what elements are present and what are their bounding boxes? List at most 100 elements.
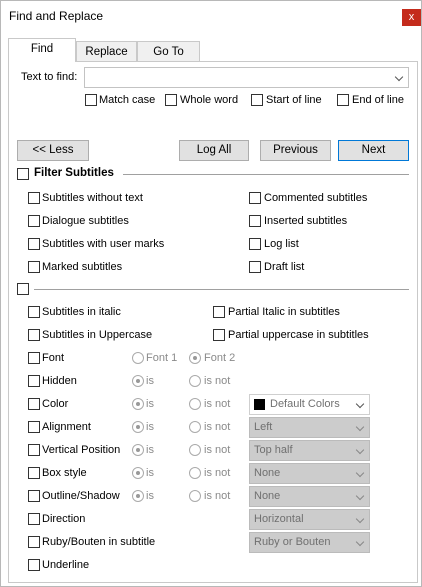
outline-shadow-select[interactable]: None (249, 486, 370, 507)
chevron-down-icon[interactable] (355, 537, 365, 547)
tab-find[interactable]: Find (8, 38, 76, 62)
hidden-is-radio[interactable] (132, 375, 144, 387)
subtitles-with-user-marks-label: Subtitles with user marks (42, 238, 165, 250)
chevron-down-icon[interactable] (355, 491, 365, 501)
inserted-subtitles-checkbox[interactable] (249, 215, 261, 227)
color-is-not-radio[interactable] (189, 398, 201, 410)
start-of-line-checkbox[interactable] (251, 94, 263, 106)
hidden-is-not-label: is not (204, 375, 231, 387)
font-2-label: Font 2 (204, 352, 236, 364)
subtitles-in-uppercase-checkbox[interactable] (28, 329, 40, 341)
color-label: Color (42, 398, 69, 410)
color-is-label: is (146, 398, 154, 410)
ruby-bouten-checkbox[interactable] (28, 536, 40, 548)
chevron-down-icon[interactable] (355, 422, 365, 432)
previous-button[interactable]: Previous (260, 140, 331, 161)
alignment-is-radio[interactable] (132, 421, 144, 433)
outline-shadow-is-not-radio[interactable] (189, 490, 201, 502)
subtitles-in-uppercase-label: Subtitles in Uppercase (42, 329, 153, 341)
chevron-down-icon[interactable] (355, 514, 365, 524)
hidden-is-not-radio[interactable] (189, 375, 201, 387)
alignment-select[interactable]: Left (249, 417, 370, 438)
box-style-select[interactable]: None (249, 463, 370, 484)
alignment-checkbox[interactable] (28, 421, 40, 433)
find-replace-dialog: Find and Replace x Find Replace Go To Te… (0, 0, 422, 587)
vertical-position-checkbox[interactable] (28, 444, 40, 456)
color-is-radio[interactable] (132, 398, 144, 410)
marked-subtitles-label: Marked subtitles (42, 261, 123, 273)
vertical-position-is-not-radio[interactable] (189, 444, 201, 456)
subtitles-in-italic-checkbox[interactable] (28, 306, 40, 318)
box-style-is-label: is (146, 467, 154, 479)
whole-word-label: Whole word (180, 94, 239, 106)
dialogue-subtitles-label: Dialogue subtitles (42, 215, 129, 227)
outline-shadow-is-not-label: is not (204, 490, 231, 502)
subtitles-without-text-label: Subtitles without text (42, 192, 143, 204)
format-filter-checkbox[interactable] (17, 283, 29, 295)
underline-label: Underline (42, 559, 90, 571)
partial-uppercase-label: Partial uppercase in subtitles (228, 329, 369, 341)
ruby-bouten-select[interactable]: Ruby or Bouten (249, 532, 370, 553)
font-checkbox[interactable] (28, 352, 40, 364)
filter-separator (123, 174, 409, 175)
match-case-label: Match case (99, 94, 156, 106)
direction-checkbox[interactable] (28, 513, 40, 525)
partial-italic-checkbox[interactable] (213, 306, 225, 318)
chevron-down-icon[interactable] (355, 399, 365, 409)
alignment-is-not-radio[interactable] (189, 421, 201, 433)
partial-italic-label: Partial Italic in subtitles (228, 306, 340, 318)
chevron-down-icon[interactable] (355, 445, 365, 455)
chevron-down-icon[interactable] (355, 468, 365, 478)
window-title: Find and Replace (9, 9, 104, 23)
font-1-label: Font 1 (146, 352, 178, 364)
tab-replace[interactable]: Replace (76, 41, 137, 62)
font-label: Font (42, 352, 65, 364)
close-button[interactable]: x (402, 9, 421, 26)
underline-checkbox[interactable] (28, 559, 40, 571)
font-1-radio[interactable] (132, 352, 144, 364)
outline-shadow-is-radio[interactable] (132, 490, 144, 502)
draft-list-checkbox[interactable] (249, 261, 261, 273)
less-button[interactable]: << Less (17, 140, 89, 161)
alignment-is-not-label: is not (204, 421, 231, 433)
log-all-button[interactable]: Log All (179, 140, 249, 161)
next-button[interactable]: Next (338, 140, 409, 161)
whole-word-checkbox[interactable] (165, 94, 177, 106)
end-of-line-checkbox[interactable] (337, 94, 349, 106)
outline-shadow-label: Outline/Shadow (42, 490, 120, 502)
subtitles-with-user-marks-checkbox[interactable] (28, 238, 40, 250)
color-is-not-label: is not (204, 398, 231, 410)
hidden-label: Hidden (42, 375, 77, 387)
tab-go-to[interactable]: Go To (137, 41, 200, 62)
chevron-down-icon[interactable] (394, 72, 404, 82)
partial-uppercase-checkbox[interactable] (213, 329, 225, 341)
match-case-checkbox[interactable] (85, 94, 97, 106)
filter-subtitles-checkbox[interactable] (17, 168, 29, 180)
alignment-label: Alignment (42, 421, 91, 433)
box-style-label: Box style (42, 467, 87, 479)
color-select[interactable]: Default Colors (249, 394, 370, 415)
vertical-position-select[interactable]: Top half (249, 440, 370, 461)
inserted-subtitles-label: Inserted subtitles (264, 215, 348, 227)
outline-shadow-checkbox[interactable] (28, 490, 40, 502)
vertical-position-label: Vertical Position (42, 444, 121, 456)
box-style-is-radio[interactable] (132, 467, 144, 479)
marked-subtitles-checkbox[interactable] (28, 261, 40, 273)
log-list-checkbox[interactable] (249, 238, 261, 250)
box-style-checkbox[interactable] (28, 467, 40, 479)
subtitles-without-text-checkbox[interactable] (28, 192, 40, 204)
direction-label: Direction (42, 513, 86, 525)
hidden-is-label: is (146, 375, 154, 387)
dialogue-subtitles-checkbox[interactable] (28, 215, 40, 227)
box-style-is-not-radio[interactable] (189, 467, 201, 479)
direction-select[interactable]: Horizontal (249, 509, 370, 530)
font-2-radio[interactable] (189, 352, 201, 364)
hidden-checkbox[interactable] (28, 375, 40, 387)
color-checkbox[interactable] (28, 398, 40, 410)
subtitles-in-italic-label: Subtitles in italic (42, 306, 121, 318)
text-to-find-input[interactable] (84, 67, 409, 88)
commented-subtitles-checkbox[interactable] (249, 192, 261, 204)
log-list-label: Log list (264, 238, 299, 250)
commented-subtitles-label: Commented subtitles (264, 192, 368, 204)
vertical-position-is-radio[interactable] (132, 444, 144, 456)
